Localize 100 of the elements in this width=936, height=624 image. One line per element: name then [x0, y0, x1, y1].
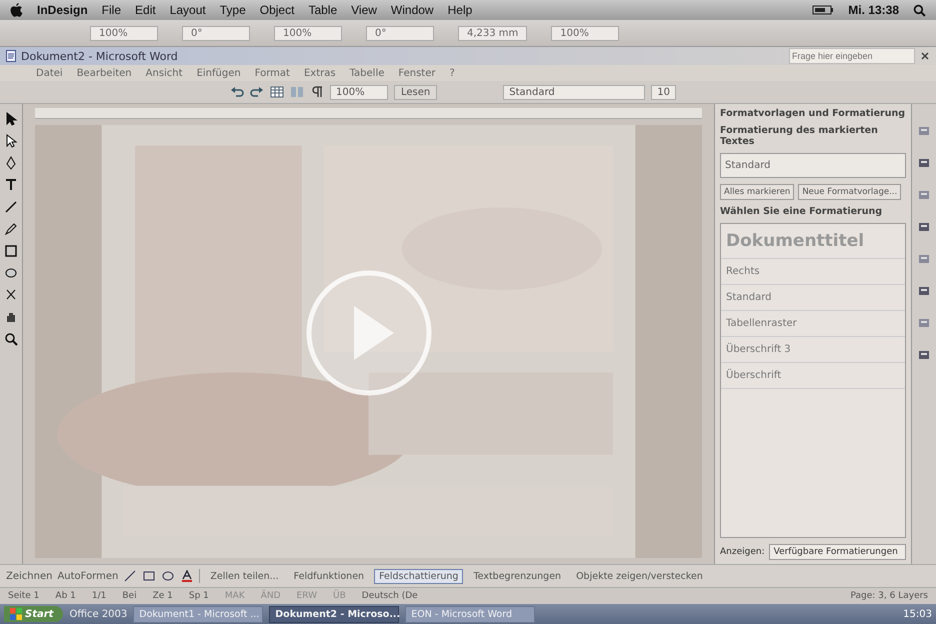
panel-icon[interactable] — [917, 188, 931, 202]
menu-item[interactable]: Type — [220, 3, 246, 17]
menu-item[interactable]: Fenster — [398, 68, 436, 78]
style-item[interactable]: Standard — [721, 285, 905, 311]
style-item[interactable]: Tabellenraster — [721, 311, 905, 337]
menu-item[interactable]: Bearbeiten — [76, 68, 132, 78]
menu-item[interactable]: Edit — [135, 3, 156, 17]
quick-launch-label: Office 2003 — [69, 608, 128, 620]
status-item: 1/1 — [92, 591, 106, 601]
arrow-icon[interactable] — [4, 134, 18, 148]
font-color-icon[interactable] — [180, 569, 194, 583]
ellipse-icon[interactable] — [4, 266, 18, 280]
show-label: Anzeigen: — [720, 547, 765, 557]
toolbar-button[interactable]: Objekte zeigen/verstecken — [571, 568, 708, 584]
layers-status: Page: 3, 6 Layers — [850, 591, 928, 601]
panel-icon[interactable] — [917, 252, 931, 266]
panel-icon[interactable] — [917, 156, 931, 170]
battery-icon[interactable] — [812, 5, 834, 15]
show-dropdown[interactable]: Verfügbare Formatierungen — [768, 544, 906, 560]
toolbar-button[interactable]: Zellen teilen... — [205, 568, 284, 584]
line-icon[interactable] — [123, 569, 138, 583]
taskbar-button[interactable]: Dokument1 - Microsoft ... — [133, 606, 264, 622]
rect-icon[interactable] — [4, 244, 18, 258]
start-button[interactable]: Start — [4, 606, 64, 622]
apple-icon[interactable] — [10, 2, 23, 18]
menu-item[interactable]: Tabelle — [350, 68, 384, 78]
pane-button[interactable]: Neue Formatvorlage... — [798, 184, 902, 200]
ellipse-icon[interactable] — [161, 569, 176, 583]
menu-item[interactable]: Einfügen — [196, 68, 241, 78]
control-field[interactable]: 100% — [551, 26, 620, 40]
status-item: Bei — [122, 591, 137, 601]
panel-icon[interactable] — [917, 316, 931, 330]
control-field[interactable]: 0° — [366, 26, 434, 40]
status-item: Sp 1 — [188, 591, 209, 601]
status-item: Deutsch (De — [362, 591, 418, 601]
zoom-icon[interactable] — [4, 332, 18, 346]
menu-item[interactable]: Format — [254, 68, 290, 78]
read-button[interactable]: Lesen — [394, 84, 438, 100]
style-item[interactable]: Überschrift 3 — [721, 337, 905, 363]
table-icon[interactable] — [270, 85, 284, 99]
menu-item[interactable]: Layout — [170, 3, 206, 17]
toolbar-button[interactable]: Textbegrenzungen — [468, 568, 566, 584]
windows-logo-icon — [10, 608, 22, 620]
close-icon[interactable] — [920, 51, 930, 61]
style-dropdown[interactable]: Standard — [503, 84, 646, 100]
menu-item[interactable]: Help — [448, 3, 472, 17]
control-field[interactable]: 100% — [90, 26, 158, 40]
taskbar-clock: 15:03 — [903, 608, 932, 620]
panel-icon[interactable] — [917, 284, 931, 298]
menu-clock[interactable]: Mi. 13:38 — [848, 3, 899, 17]
line-icon[interactable] — [4, 200, 18, 214]
status-item: Seite 1 — [8, 591, 40, 601]
pane-title: Formatvorlagen und Formatierung — [720, 108, 906, 119]
menu-item[interactable]: Datei — [36, 68, 63, 78]
section-heading: Wählen Sie eine Formatierung — [720, 206, 884, 217]
zoom-dropdown[interactable]: 100% — [330, 84, 388, 100]
current-style-field[interactable]: Standard — [720, 153, 906, 178]
status-item: Ze 1 — [152, 591, 173, 601]
menu-item[interactable]: Extras — [304, 68, 336, 78]
menu-item[interactable]: Table — [308, 3, 338, 17]
control-field[interactable]: 100% — [274, 26, 342, 40]
text-icon[interactable] — [4, 178, 18, 192]
autoshapes-menu[interactable]: AutoFormen — [57, 570, 118, 582]
style-item[interactable]: Rechts — [721, 259, 905, 285]
status-item: ERW — [296, 591, 318, 601]
arrow-icon[interactable] — [4, 112, 18, 126]
control-field[interactable]: 0° — [182, 26, 250, 40]
search-icon[interactable] — [913, 4, 926, 16]
draw-menu[interactable]: Zeichnen — [6, 570, 52, 582]
undo-icon[interactable] — [230, 85, 244, 99]
pilcrow-icon[interactable] — [310, 85, 324, 99]
taskbar-button[interactable]: EON - Microsoft Word — [405, 606, 536, 622]
font-size-dropdown[interactable]: 10 — [651, 84, 676, 100]
status-item: ÜB — [333, 591, 346, 601]
help-field[interactable]: Frage hier eingeben — [789, 48, 915, 64]
taskbar-button[interactable]: Dokument2 - Microso... — [269, 606, 400, 622]
menu-item[interactable]: Object — [260, 3, 294, 17]
section-heading: Formatierung des markierten Textes — [720, 125, 879, 147]
toolbar-button[interactable]: Feldfunktionen — [288, 568, 370, 584]
pen-icon[interactable] — [4, 156, 18, 170]
menu-item[interactable]: Window — [390, 3, 434, 17]
pane-button[interactable]: Alles markieren — [720, 184, 794, 200]
status-item: ÄND — [260, 591, 281, 601]
window-title: Dokument2 - Microsoft Word — [21, 50, 178, 62]
menu-item[interactable]: Ansicht — [146, 68, 183, 78]
status-item: MAK — [224, 591, 245, 601]
menu-item[interactable]: View — [351, 3, 377, 17]
menu-item[interactable]: ? — [449, 68, 455, 78]
control-field[interactable]: 4,233 mm — [458, 26, 528, 40]
panel-icon[interactable] — [917, 124, 931, 138]
style-item[interactable]: Überschrift — [721, 363, 905, 389]
rectangle-icon[interactable] — [142, 569, 156, 583]
menu-item[interactable]: File — [102, 3, 122, 17]
pencil-icon[interactable] — [4, 222, 18, 236]
panel-icon[interactable] — [917, 220, 931, 234]
panel-icon[interactable] — [917, 348, 931, 362]
redo-icon[interactable] — [250, 85, 264, 99]
status-item: Ab 1 — [55, 591, 76, 601]
toolbar-button[interactable]: Feldschattierung — [374, 568, 464, 584]
menu-item[interactable]: InDesign — [37, 3, 88, 17]
